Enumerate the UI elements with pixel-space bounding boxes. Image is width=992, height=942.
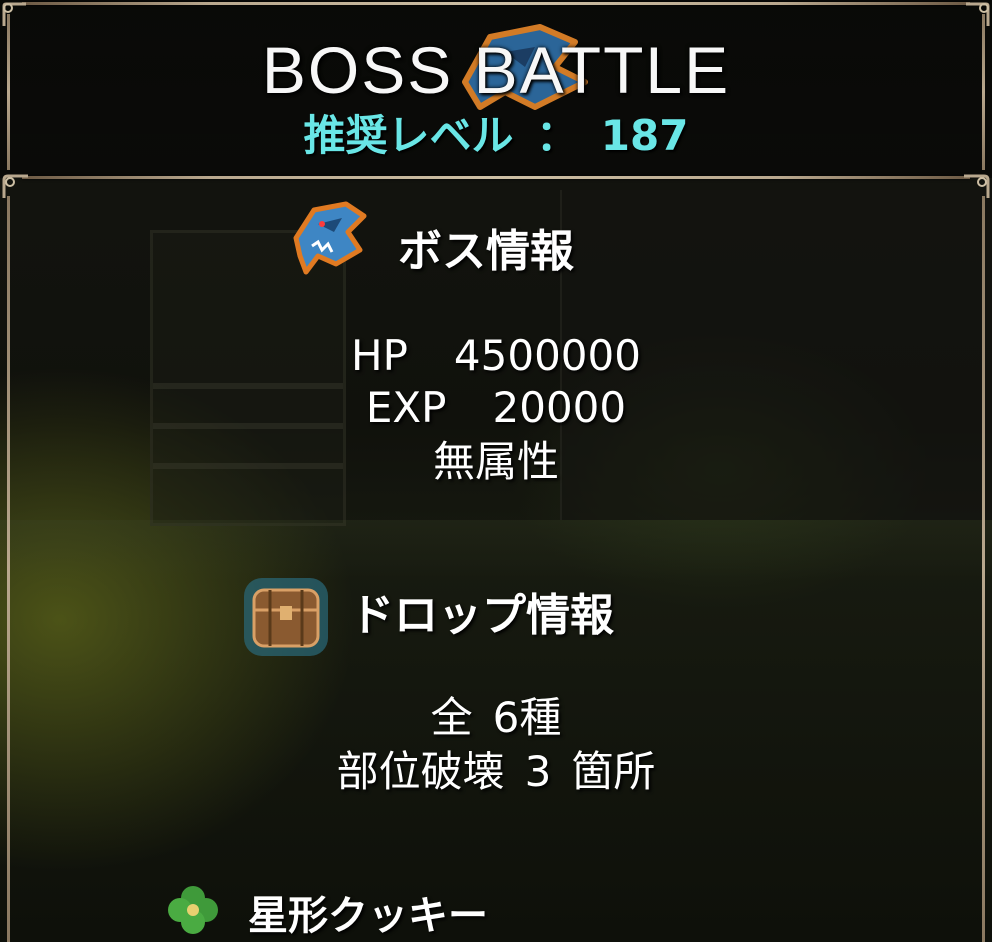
shark-boss-icon [288, 198, 370, 280]
parts-break-label: 部位破壊 [336, 747, 505, 796]
hp-value: 4500000 [453, 331, 641, 380]
boss-battle-screen: BOSS BATTLE 推奨レベル ： 187 ボス情報 HP 4500000 E… [0, 0, 992, 942]
drop-item-name: 星形クッキー [248, 893, 488, 939]
page-title: BOSS BATTLE [261, 33, 731, 107]
hp-label: HP [351, 331, 408, 380]
drop-info-heading: ドロップ情報 [350, 590, 614, 641]
frame-divider [22, 176, 970, 179]
drop-total-row: 全 6種 [0, 692, 992, 744]
parts-break-unit: 箇所 [571, 747, 656, 796]
boss-info-heading: ボス情報 [398, 226, 574, 277]
boss-exp-row: EXP 20000 [0, 382, 992, 434]
frame-top [22, 2, 970, 5]
treasure-chest-icon [240, 574, 332, 660]
drop-total-prefix: 全 [430, 693, 473, 742]
background-ground [0, 520, 992, 580]
boss-attribute: 無属性 [432, 437, 559, 486]
frame-right [982, 196, 985, 942]
exp-value: 20000 [492, 383, 627, 432]
clover-cookie-icon [162, 880, 224, 942]
frame-corner-ornament [962, 170, 992, 200]
recommended-level-value: 187 [600, 111, 689, 160]
recommended-level-separator: ： [536, 111, 579, 160]
frame-corner-ornament [0, 170, 30, 200]
boss-hp-row: HP 4500000 [0, 330, 992, 382]
exp-label: EXP [365, 383, 447, 432]
recommended-level: 推奨レベル ： 187 [0, 108, 992, 164]
drop-total-value: 6種 [492, 693, 562, 742]
parts-break-row: 部位破壊 3 箇所 [0, 746, 992, 798]
parts-break-value: 3 [524, 747, 552, 796]
frame-corner-ornament [0, 0, 30, 30]
recommended-level-label: 推奨レベル [303, 111, 514, 160]
frame-corner-ornament [962, 0, 992, 30]
frame-left [7, 196, 10, 942]
